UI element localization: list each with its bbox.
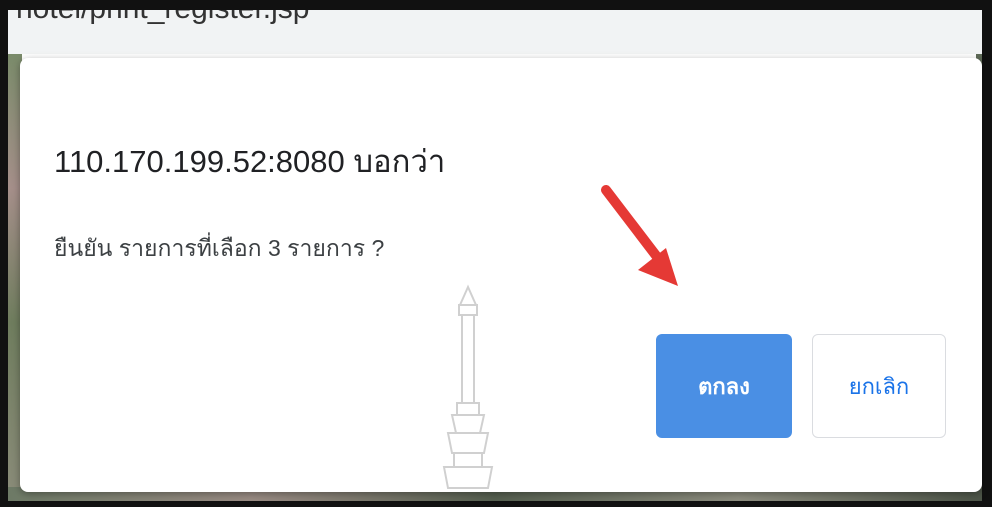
screenshot: hotel/print_register.jsp 110.170.199.52:… [0, 0, 992, 507]
border-bottom [0, 501, 992, 507]
confirm-dialog: 110.170.199.52:8080 บอกว่า ยืนยัน รายการ… [20, 58, 982, 492]
dialog-title: 110.170.199.52:8080 บอกว่า [54, 144, 446, 179]
red-arrow-icon [601, 185, 678, 286]
watermark-emblem-icon [442, 284, 494, 489]
cancel-button[interactable]: ยกเลิก [812, 334, 946, 438]
border-right [982, 0, 992, 507]
border-top [0, 0, 992, 10]
dialog-message: ยืนยัน รายการที่เลือก 3 รายการ ? [54, 235, 385, 261]
ok-button[interactable]: ตกลง [656, 334, 792, 438]
border-left [0, 0, 8, 507]
url-text: hotel/print_register.jsp [16, 10, 310, 26]
browser-url-bar[interactable]: hotel/print_register.jsp [8, 10, 982, 54]
